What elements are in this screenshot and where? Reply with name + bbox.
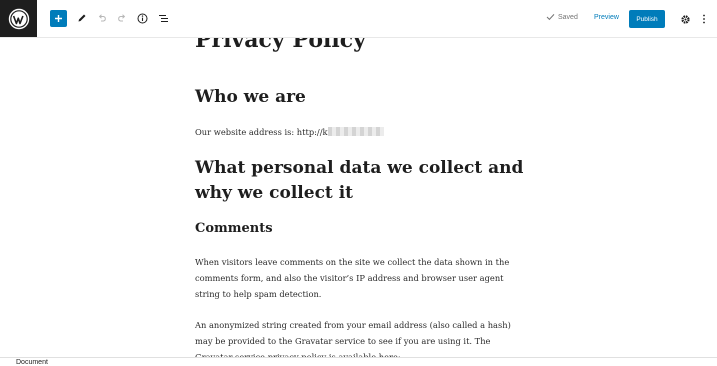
settings-button[interactable] [679,13,691,25]
wordpress-logo-icon[interactable] [0,0,37,37]
details-button[interactable] [136,12,148,24]
pencil-icon [78,14,86,22]
options-button[interactable] [700,13,708,25]
editor-toolbar: Saved Preview Publish [0,0,717,38]
publish-button[interactable]: Publish [629,10,665,28]
redo-button[interactable] [116,12,128,24]
add-block-button[interactable] [50,10,67,27]
undo-icon [98,14,106,22]
redacted-blur [327,127,384,136]
tools-button[interactable] [76,12,88,24]
more-vertical-icon [703,14,705,24]
heading-personal-data[interactable]: What personal data we collect and why we… [195,156,530,206]
redo-icon [118,14,126,22]
undo-button[interactable] [96,12,108,24]
saved-label: Saved [558,13,578,21]
heading-comments[interactable]: Comments [195,221,273,236]
gear-icon [680,14,690,24]
list-view-icon [158,14,168,22]
preview-button[interactable]: Preview [594,14,619,21]
plus-icon [55,15,62,22]
list-view-button[interactable] [157,12,169,24]
info-icon [137,13,147,23]
paragraph-website-address[interactable]: Our website address is: http://k [195,124,525,140]
saved-status: Saved [546,13,578,21]
address-text: Our website address is: http://k [195,127,328,137]
check-icon [546,14,555,21]
paragraph-comments[interactable]: When visitors leave comments on the site… [195,254,525,302]
heading-who-we-are[interactable]: Who we are [195,85,530,110]
publish-label: Publish [636,15,658,23]
